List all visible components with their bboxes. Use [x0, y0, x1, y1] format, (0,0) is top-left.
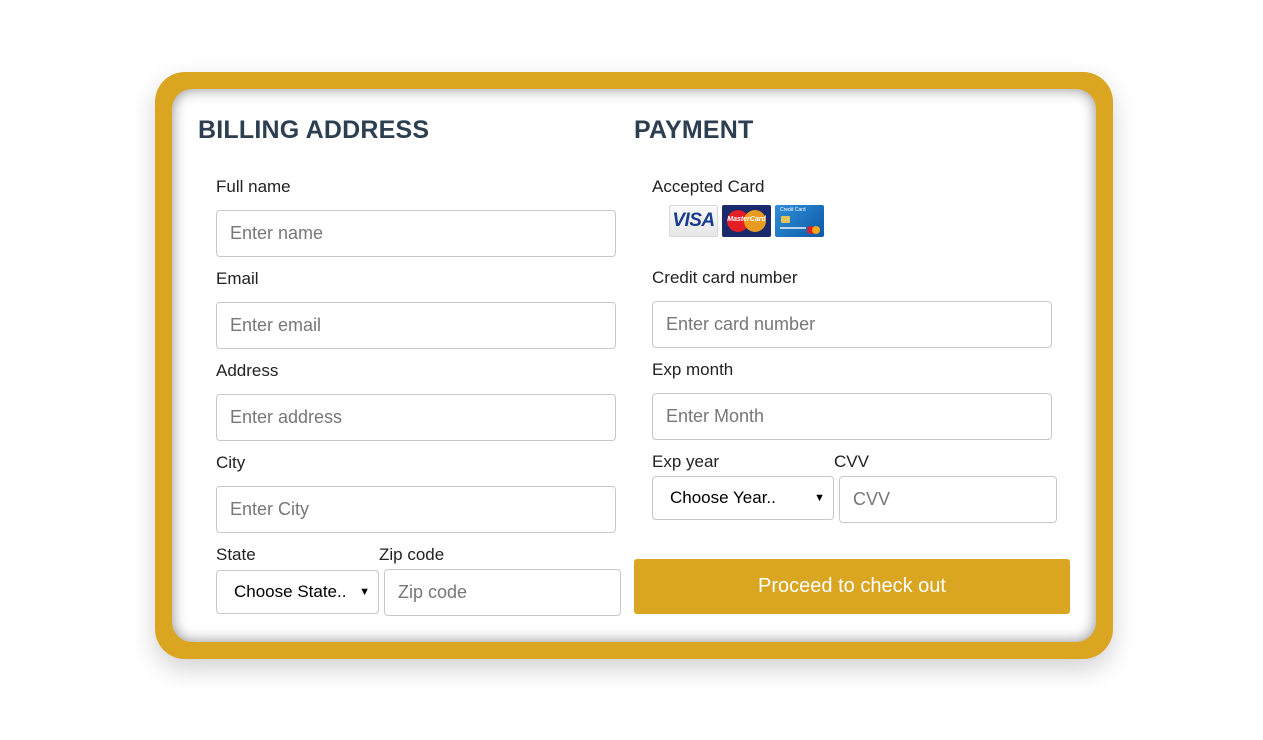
exp-month-input[interactable]	[652, 393, 1052, 440]
visa-logo-text: VISA	[672, 210, 715, 231]
state-select[interactable]: Choose State.. ▼	[216, 570, 379, 614]
exp-year-label: Exp year	[652, 452, 720, 471]
zip-label: Zip code	[379, 545, 445, 564]
state-label: State	[216, 545, 256, 564]
state-select-value: Choose State..	[234, 582, 347, 601]
address-label: Address	[216, 361, 279, 380]
email-label: Email	[216, 269, 259, 288]
proceed-checkout-button[interactable]: Proceed to check out	[634, 559, 1070, 614]
chevron-down-icon: ▼	[814, 492, 825, 504]
email-input[interactable]	[216, 302, 616, 349]
chevron-down-icon: ▼	[359, 586, 370, 598]
checkout-frame: BILLING ADDRESS Full name Email Address …	[155, 72, 1113, 659]
accepted-cards: VISA MasterCard Credit Card	[669, 205, 824, 238]
city-input[interactable]	[216, 486, 616, 533]
zip-input[interactable]	[384, 569, 621, 616]
accepted-card-label: Accepted Card	[652, 177, 765, 196]
billing-heading: BILLING ADDRESS	[198, 116, 430, 144]
card-number-label: Credit card number	[652, 268, 798, 287]
payment-heading: PAYMENT	[634, 116, 754, 144]
visa-card-icon: VISA	[669, 205, 718, 237]
exp-year-select[interactable]: Choose Year.. ▼	[652, 476, 834, 520]
cvv-label: CVV	[834, 452, 869, 471]
exp-month-label: Exp month	[652, 360, 734, 379]
address-input[interactable]	[216, 394, 616, 441]
checkout-card: BILLING ADDRESS Full name Email Address …	[172, 89, 1096, 642]
full-name-input[interactable]	[216, 210, 616, 257]
city-label: City	[216, 453, 246, 472]
mastercard-icon: MasterCard	[722, 205, 771, 237]
exp-year-select-value: Choose Year..	[670, 488, 776, 507]
cvv-input[interactable]	[839, 476, 1057, 523]
full-name-label: Full name	[216, 177, 291, 196]
generic-credit-card-icon: Credit Card	[775, 205, 824, 237]
card-number-input[interactable]	[652, 301, 1052, 348]
